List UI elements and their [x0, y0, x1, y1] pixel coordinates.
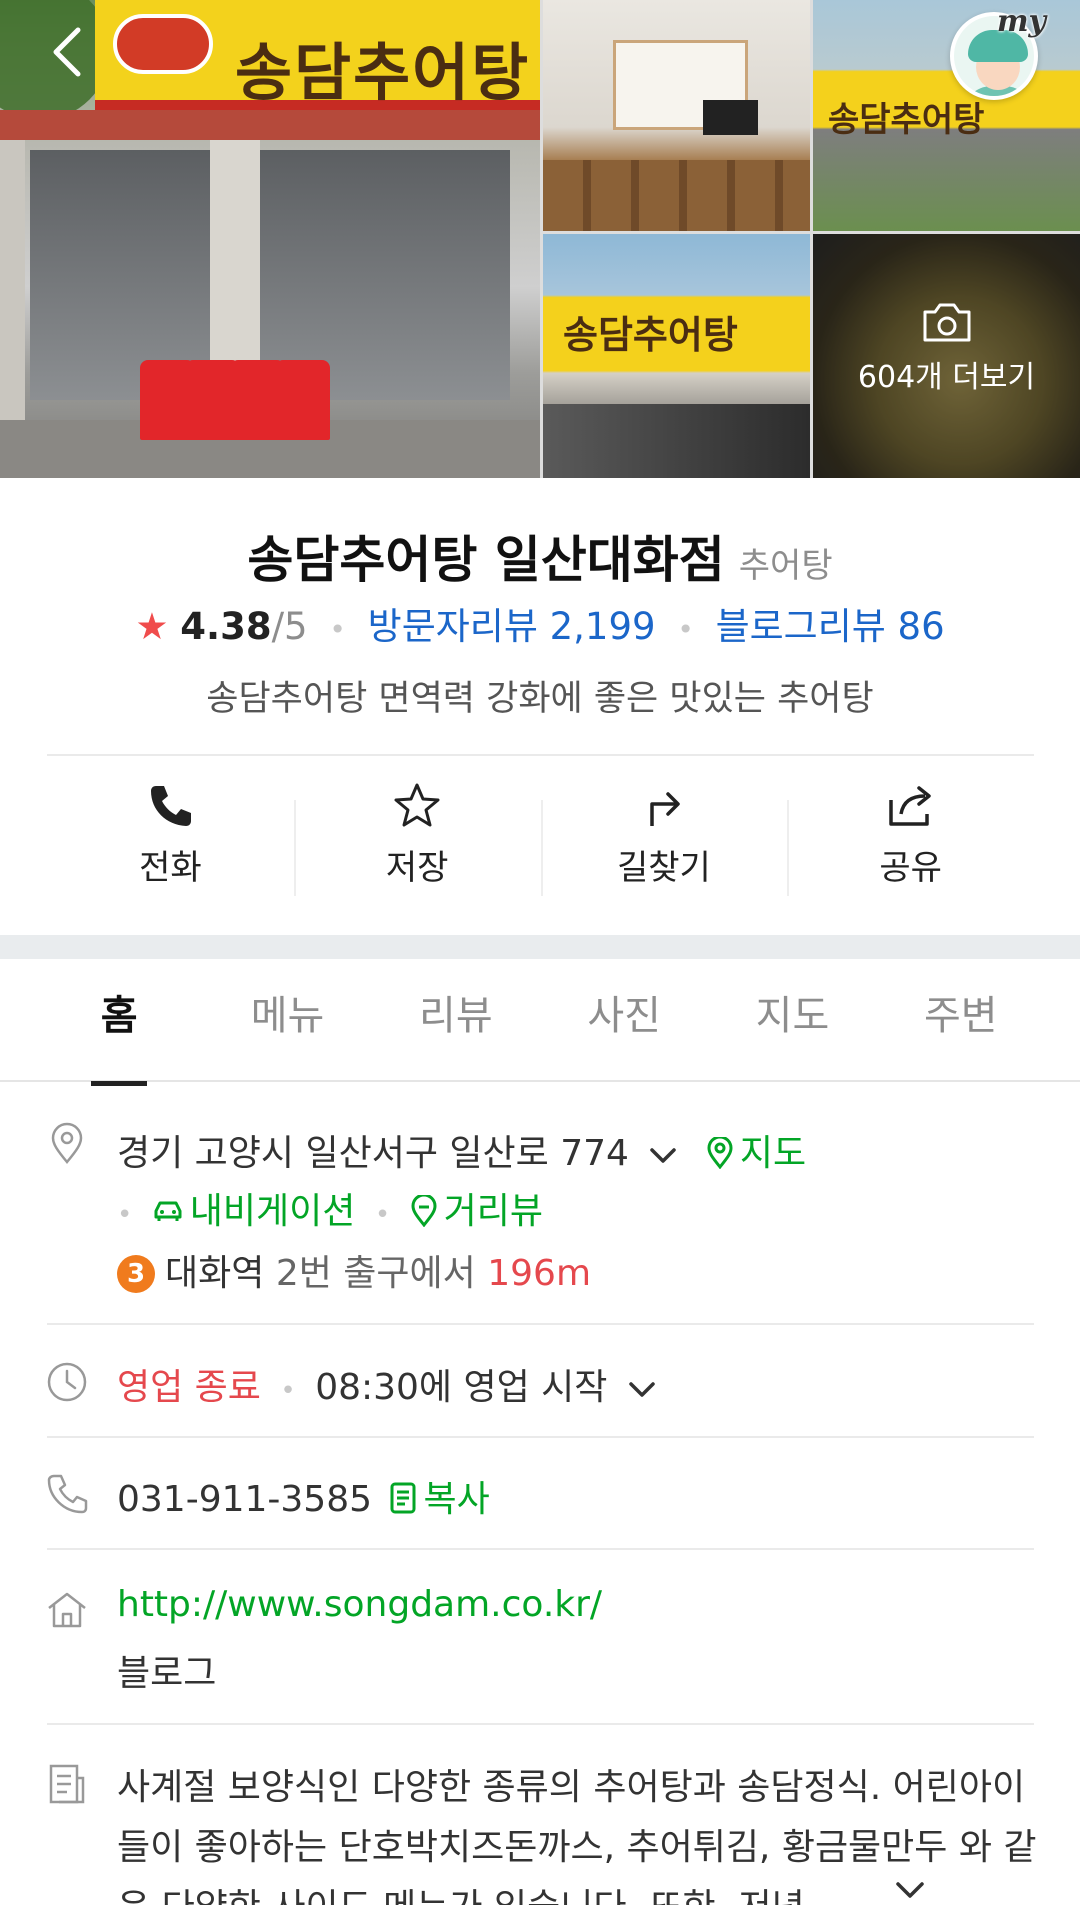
- phone-row: 031-911-3585 복사: [117, 1470, 490, 1522]
- clock-icon: [47, 1362, 87, 1402]
- divider: [47, 1548, 1034, 1550]
- map-link[interactable]: 지도: [706, 1133, 806, 1174]
- section-separator: [0, 935, 1080, 959]
- sign-logo: [113, 14, 213, 74]
- sign-text: 송담추어탕: [235, 36, 531, 109]
- navigation-link[interactable]: 내비게이션: [152, 1191, 367, 1232]
- street-view-icon: [411, 1195, 437, 1227]
- awning: [0, 110, 540, 140]
- interior-photo[interactable]: [543, 0, 810, 231]
- tab-menu[interactable]: 메뉴: [203, 960, 371, 1080]
- phone-icon: [47, 1474, 88, 1514]
- rating-row: ★ 4.38/5 • 방문자리뷰 2,199 • 블로그리뷰 86: [0, 596, 1080, 650]
- call-button[interactable]: 전화: [47, 770, 294, 920]
- call-label: 전화: [139, 848, 202, 888]
- tab-reviews[interactable]: 리뷰: [372, 960, 540, 1080]
- chevron-down-icon[interactable]: [646, 1138, 680, 1172]
- share-icon: [888, 786, 931, 826]
- phone-icon: [151, 786, 192, 826]
- business-hours: 08:30에 영업 시작: [315, 1367, 608, 1408]
- blog-link[interactable]: 블로그: [117, 1644, 216, 1696]
- star-icon: [394, 783, 440, 827]
- expand-description-icon[interactable]: [890, 1878, 930, 1905]
- address-text: 경기 고양시 일산서구 일산로 774: [117, 1133, 629, 1174]
- tab-photos[interactable]: 사진: [540, 960, 708, 1080]
- shopfront: [543, 404, 810, 478]
- copy-button[interactable]: 복사: [389, 1479, 490, 1520]
- exit-text: 2번 출구에서: [275, 1253, 476, 1294]
- share-label: 공유: [879, 848, 942, 888]
- station-name: 대화역: [165, 1253, 265, 1294]
- nav-row: • 내비게이션 • 거리뷰: [117, 1182, 543, 1234]
- back-button[interactable]: [40, 22, 100, 82]
- copy-label: 복사: [423, 1479, 490, 1520]
- place-category: 추어탕: [738, 546, 833, 586]
- red-chairs: [140, 355, 340, 440]
- copy-icon: [390, 1482, 416, 1514]
- tab-nearby[interactable]: 주변: [877, 960, 1045, 1080]
- action-bar: 전화 저장 길찾기 공유: [47, 770, 1034, 920]
- pillar: [0, 140, 25, 440]
- hours-row[interactable]: 영업 종료 • 08:30에 영업 시작: [117, 1358, 659, 1410]
- blog-reviews-link[interactable]: 블로그리뷰 86: [716, 605, 945, 648]
- tv: [703, 100, 758, 135]
- more-photos-button[interactable]: 604개 더보기: [813, 300, 1080, 396]
- station-distance: 196m: [487, 1253, 592, 1294]
- navigation-label: 내비게이션: [189, 1191, 356, 1232]
- separator-dot: •: [374, 1200, 391, 1230]
- directions-icon: [650, 792, 680, 826]
- home-icon: [48, 1592, 86, 1628]
- divider: [47, 1323, 1034, 1325]
- website-link[interactable]: http://www.songdam.co.kr/: [117, 1584, 602, 1625]
- visitor-reviews-link[interactable]: 방문자리뷰 2,199: [368, 605, 656, 648]
- my-profile-button[interactable]: my: [946, 4, 1046, 108]
- rating-value: 4.38: [180, 605, 272, 648]
- tab-home[interactable]: 홈: [35, 960, 203, 1086]
- separator-dot: •: [677, 613, 694, 646]
- divider: [47, 1723, 1034, 1725]
- tab-bar: 홈 메뉴 리뷰 사진 지도 주변: [0, 960, 1080, 1086]
- subway-row: 3 대화역 2번 출구에서 196m: [117, 1244, 591, 1296]
- share-button[interactable]: 공유: [787, 770, 1034, 920]
- separator-dot: •: [280, 1376, 296, 1406]
- divider: [47, 1436, 1034, 1438]
- sign-text-small: 송담추어탕: [563, 312, 738, 357]
- my-label: my: [996, 4, 1046, 39]
- place-tagline: 송담추어탕 면역력 강화에 좋은 맛있는 추어탕: [206, 679, 874, 719]
- separator-dot: •: [329, 613, 346, 646]
- place-name: 송담추어탕 일산대화점: [247, 531, 725, 589]
- place-title-row: 송담추어탕 일산대화점 추어탕: [0, 520, 1080, 592]
- directions-button[interactable]: 길찾기: [540, 770, 788, 920]
- tables: [543, 160, 810, 231]
- map-pin-icon: [707, 1137, 733, 1169]
- business-status: 영업 종료: [117, 1367, 261, 1408]
- tab-map[interactable]: 지도: [708, 960, 876, 1080]
- star-icon: ★: [135, 605, 169, 648]
- directions-label: 길찾기: [616, 848, 711, 888]
- address-row: 경기 고양시 일산서구 일산로 774 지도: [117, 1124, 806, 1176]
- photo-gallery: 송담추어탕 송담추어탕 송담추어탕 604개 더보기 my: [0, 0, 1080, 478]
- camera-icon: [923, 303, 970, 342]
- street-view-label: 거리뷰: [443, 1191, 544, 1232]
- street-view-link[interactable]: 거리뷰: [410, 1191, 543, 1232]
- map-link-label: 지도: [739, 1133, 807, 1174]
- car-icon: [154, 1201, 182, 1221]
- document-icon: [49, 1764, 85, 1804]
- chevron-down-icon: [629, 1382, 655, 1397]
- phone-number[interactable]: 031-911-3585: [117, 1479, 372, 1520]
- chevron-left-icon: [53, 27, 81, 77]
- subway-line-badge: 3: [117, 1255, 155, 1293]
- save-button[interactable]: 저장: [293, 770, 541, 920]
- divider: [47, 754, 1034, 756]
- rating-max: /5: [271, 605, 308, 648]
- save-label: 저장: [385, 848, 449, 888]
- separator-dot: •: [117, 1200, 133, 1230]
- storefront-sign: 송담추어탕: [95, 0, 540, 110]
- more-photos-label: 604개 더보기: [857, 360, 1036, 395]
- location-pin-icon: [51, 1122, 83, 1164]
- signboard-photo[interactable]: 송담추어탕: [543, 234, 810, 478]
